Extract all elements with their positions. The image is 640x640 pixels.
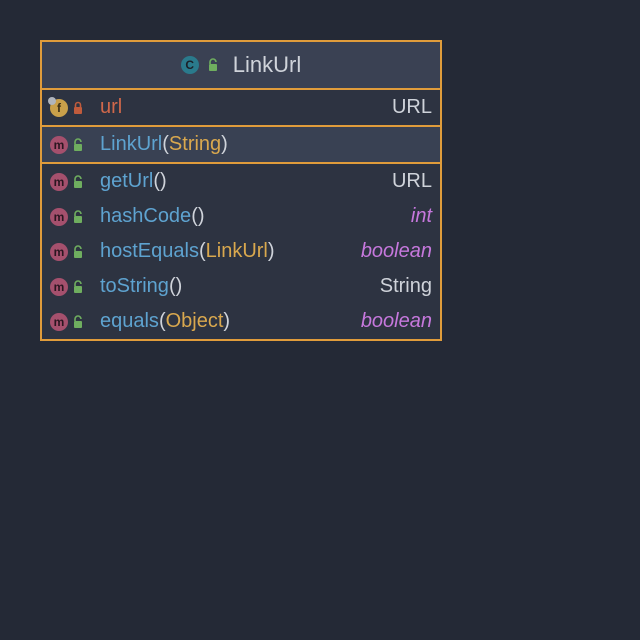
field-row: f url URL [42,90,440,125]
lock-icon [207,58,219,72]
method-icon: m [50,243,68,261]
method-icon: m [50,208,68,226]
method-signature: toString() [100,275,374,298]
method-icon: m [50,278,68,296]
method-icon: m [50,173,68,191]
member-icons: m [50,313,94,331]
return-type: String [380,275,432,298]
method-row: m getUrl() URL [42,164,440,199]
lock-icon [72,210,84,224]
return-type: boolean [361,240,432,263]
member-icons: m [50,278,94,296]
methods-section: m getUrl() URL m hashCode() int m hostEquals(Li… [42,164,440,339]
member-icons: m [50,208,94,226]
lock-icon [72,280,84,294]
lock-icon [72,315,84,329]
method-signature: LinkUrl(String) [100,133,426,156]
lock-icon [72,245,84,259]
uml-class-header: C LinkUrl [42,42,440,90]
lock-icon [72,175,84,189]
method-signature: hostEquals(LinkUrl) [100,240,355,263]
method-signature: equals(Object) [100,310,355,333]
field-icon: f [50,99,68,117]
class-name: LinkUrl [233,52,301,78]
return-type: URL [392,170,432,193]
field-name: url [100,96,386,119]
method-signature: hashCode() [100,205,405,228]
uml-class-box: C LinkUrl f url URL m LinkUrl(String) m getU… [40,40,442,341]
return-type: URL [392,96,432,119]
return-type: int [411,205,432,228]
method-row: m toString() String [42,269,440,304]
member-icons: m [50,173,94,191]
lock-icon [72,138,84,152]
lock-icon [72,101,84,115]
method-row: m hostEquals(LinkUrl) boolean [42,234,440,269]
method-row: m equals(Object) boolean [42,304,440,339]
fields-section: f url URL [42,90,440,127]
member-icons: m [50,136,94,154]
method-icon: m [50,313,68,331]
method-signature: getUrl() [100,170,386,193]
member-icons: m [50,243,94,261]
method-row: m hashCode() int [42,199,440,234]
return-type: boolean [361,310,432,333]
method-row: m LinkUrl(String) [42,127,440,162]
member-icons: f [50,99,94,117]
class-icon: C [181,56,199,74]
method-icon: m [50,136,68,154]
constructors-section: m LinkUrl(String) [42,127,440,164]
